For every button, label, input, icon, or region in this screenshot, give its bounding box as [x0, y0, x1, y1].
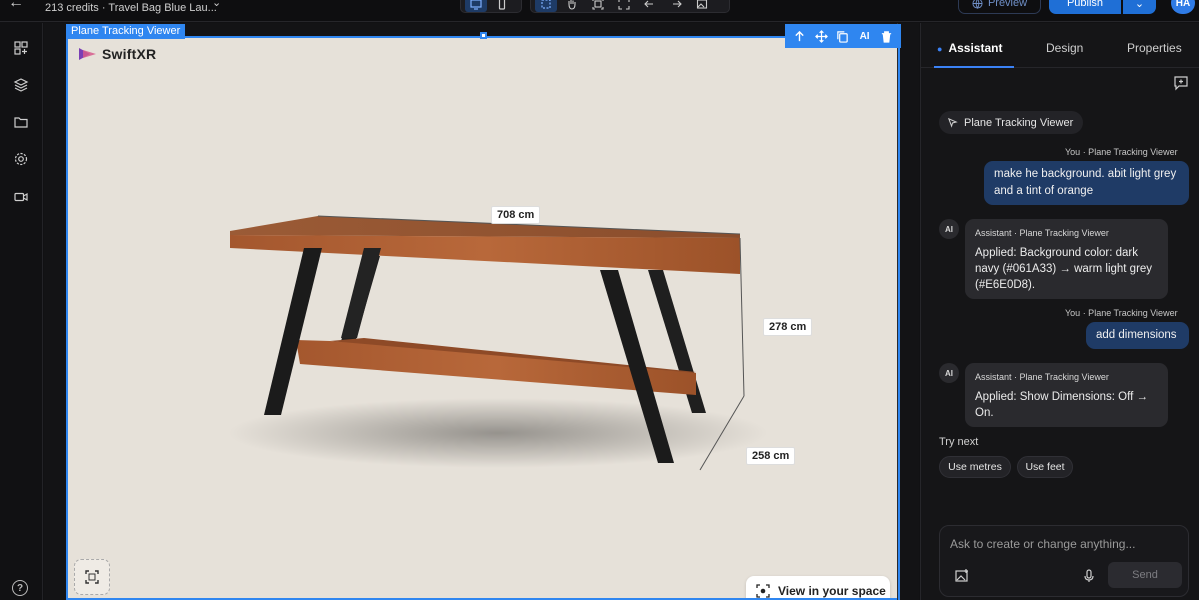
- resize-handle-top[interactable]: [480, 32, 487, 39]
- message-meta: You · Plane Tracking Viewer: [1065, 147, 1178, 157]
- tab-properties[interactable]: Properties: [1127, 41, 1182, 55]
- panel-tabs: ● Assistant Design Properties: [921, 23, 1199, 68]
- dimension-label-depth: 258 cm: [746, 447, 796, 465]
- arrow-up-icon[interactable]: [792, 28, 808, 44]
- context-chip[interactable]: Plane Tracking Viewer: [939, 111, 1084, 134]
- user-message: add dimensions: [1086, 322, 1189, 349]
- table-leg-front-left: [264, 248, 322, 415]
- chevron-down-icon[interactable]: ⌄: [212, 0, 221, 9]
- trash-icon[interactable]: [878, 28, 894, 44]
- try-next-label: Try next: [939, 436, 979, 448]
- dimension-label-height: 278 cm: [763, 318, 813, 336]
- dimension-line-height: [739, 237, 745, 397]
- tab-design[interactable]: Design: [1046, 41, 1083, 55]
- publish-dropdown-button[interactable]: ⌄: [1123, 0, 1156, 14]
- mobile-icon[interactable]: [491, 0, 513, 12]
- suggestion-chip-feet[interactable]: Use feet: [1017, 456, 1073, 478]
- image-icon[interactable]: [691, 0, 713, 12]
- message-meta: Assistant · Plane Tracking Viewer: [975, 228, 1109, 238]
- assistant-panel: ● Assistant Design Properties Plane Track…: [920, 23, 1199, 600]
- top-bar: ← 213 credits · Travel Bag Blue Lau... ⌄: [0, 0, 1199, 22]
- cursor-icon: [947, 117, 958, 128]
- left-rail: [0, 23, 43, 600]
- device-toggle-group: [460, 0, 522, 13]
- assistant-message: Assistant · Plane Tracking Viewer Applie…: [965, 363, 1168, 427]
- suggestion-chip-metres[interactable]: Use metres: [939, 456, 1011, 478]
- layers-icon[interactable]: [11, 75, 31, 95]
- active-tab-indicator: [934, 66, 1014, 68]
- table-top-surface: [230, 216, 740, 238]
- ar-icon: [756, 584, 770, 598]
- expand-icon[interactable]: [613, 0, 635, 12]
- dimension-label-width: 708 cm: [491, 206, 541, 224]
- ai-badge: AI: [939, 219, 959, 239]
- canvas-tools-group: [530, 0, 730, 13]
- select-icon[interactable]: [535, 0, 557, 12]
- plane-tracking-viewer[interactable]: SwiftXR 708 cm 278 cm 258 cm View in you…: [66, 36, 900, 600]
- help-icon[interactable]: ?: [12, 580, 28, 596]
- publish-label: Publish: [1066, 0, 1104, 9]
- table-shadow: [228, 398, 768, 468]
- image-upload-icon[interactable]: [954, 568, 970, 584]
- send-button[interactable]: Send: [1108, 562, 1182, 588]
- assistant-tab-icon: ●: [937, 44, 943, 54]
- grid-icon[interactable]: [11, 38, 31, 58]
- video-icon[interactable]: [11, 187, 31, 207]
- ai-badge: AI: [939, 363, 959, 383]
- app-root: ← 213 credits · Travel Bag Blue Lau... ⌄: [0, 0, 1199, 600]
- message-meta: Assistant · Plane Tracking Viewer: [975, 372, 1109, 382]
- redo-icon[interactable]: [665, 0, 687, 12]
- fit-icon[interactable]: [587, 0, 609, 12]
- ai-tool-button[interactable]: AI: [857, 28, 873, 44]
- tab-assistant[interactable]: ● Assistant: [937, 41, 1002, 55]
- hand-icon[interactable]: [561, 0, 583, 12]
- table-leg-front-left-inner: [341, 248, 381, 338]
- undo-icon[interactable]: [639, 0, 661, 12]
- assistant-message: Assistant · Plane Tracking Viewer Applie…: [965, 219, 1168, 299]
- tab-label: Assistant: [948, 41, 1003, 55]
- chat-composer: Send: [939, 525, 1189, 597]
- back-arrow-icon[interactable]: ←: [8, 0, 24, 12]
- preview-label: Preview: [987, 0, 1028, 9]
- credits-project-title[interactable]: 213 credits · Travel Bag Blue Lau...: [45, 2, 217, 14]
- canvas-divider: [897, 23, 898, 600]
- copy-icon[interactable]: [835, 28, 851, 44]
- new-chat-icon[interactable]: [1173, 75, 1189, 91]
- user-message: make he background. abit light grey and …: [984, 161, 1189, 205]
- fullscreen-button[interactable]: [74, 559, 110, 595]
- desktop-icon[interactable]: [465, 0, 487, 12]
- move-icon[interactable]: [813, 28, 829, 44]
- message-meta: You · Plane Tracking Viewer: [1065, 308, 1178, 318]
- canvas-area: SwiftXR 708 cm 278 cm 258 cm View in you…: [44, 23, 919, 600]
- chevron-down-icon: ⌄: [1134, 0, 1145, 10]
- folder-icon[interactable]: [11, 112, 31, 132]
- globe-icon: [972, 0, 983, 9]
- gear-icon[interactable]: [11, 149, 31, 169]
- viewer-toolbar: AI: [785, 24, 901, 48]
- preview-button[interactable]: Preview: [958, 0, 1041, 14]
- assistant-message-text: Applied: Background color: dark navy (#0…: [975, 247, 1153, 291]
- assistant-message-text: Applied: Show Dimensions: Off → On.: [975, 391, 1149, 419]
- mic-icon[interactable]: [1081, 568, 1097, 584]
- chat-input[interactable]: [950, 534, 1178, 554]
- view-in-your-space-label: View in your space: [778, 584, 886, 598]
- publish-button[interactable]: Publish: [1049, 0, 1121, 14]
- viewer-selection-label[interactable]: Plane Tracking Viewer: [66, 24, 186, 39]
- avatar[interactable]: HA: [1171, 0, 1195, 14]
- fullscreen-icon: [85, 570, 99, 584]
- context-chip-label: Plane Tracking Viewer: [964, 116, 1074, 129]
- view-in-your-space-button[interactable]: View in your space: [746, 576, 890, 598]
